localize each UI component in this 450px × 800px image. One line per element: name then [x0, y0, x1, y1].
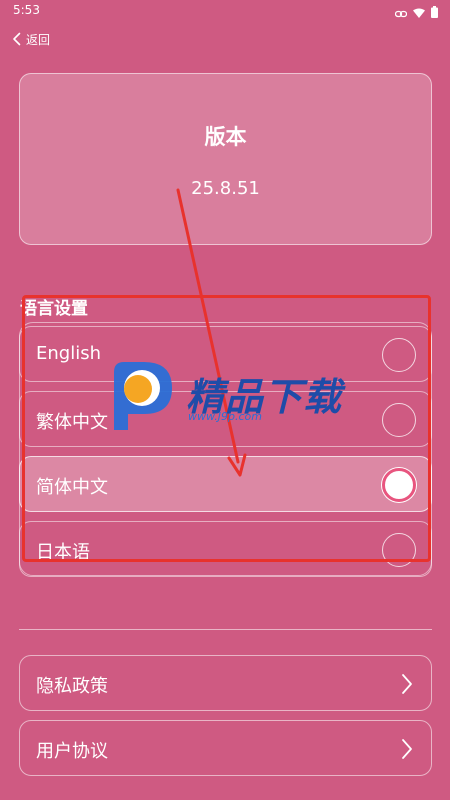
chevron-left-icon: [12, 32, 22, 46]
status-bar: 5:53: [0, 0, 450, 22]
user-agreement-label: 用户协议: [36, 741, 108, 762]
back-label: 返回: [26, 32, 51, 47]
watermark-logo-icon: [114, 362, 172, 430]
version-title: 版本: [204, 125, 247, 149]
battery-icon: [431, 3, 438, 22]
wifi-icon: [413, 3, 425, 22]
settings-screen: 5:53 返回 版本 25.8.51 语言设置 English 繁体中文 简体中…: [0, 0, 450, 800]
privacy-policy-row[interactable]: 隐私政策: [19, 655, 432, 711]
back-button[interactable]: 返回: [12, 27, 50, 51]
version-card: 版本 25.8.51: [19, 73, 432, 245]
watermark: 精品下载 www.J9p.com: [100, 356, 360, 436]
user-agreement-row[interactable]: 用户协议: [19, 720, 432, 776]
chevron-right-icon: [401, 738, 413, 764]
link-icon: [394, 3, 408, 22]
chevron-right-icon: [401, 673, 413, 699]
version-value: 25.8.51: [191, 178, 260, 199]
watermark-subtitle: www.J9p.com: [188, 410, 262, 423]
status-time: 5:53: [13, 3, 40, 17]
divider: [19, 629, 432, 630]
privacy-policy-label: 隐私政策: [36, 676, 108, 697]
status-icons: [394, 3, 438, 22]
